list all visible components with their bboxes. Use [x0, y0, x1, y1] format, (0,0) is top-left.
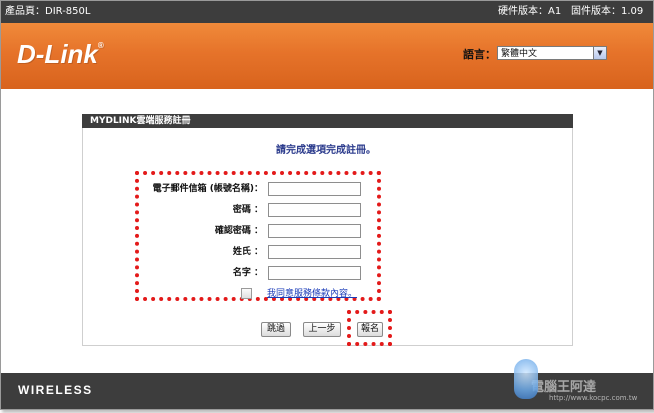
panel-title: MYDLINK雲端服務註冊 [82, 114, 573, 128]
skip-button[interactable]: 跳過 [261, 322, 291, 337]
hardware-version-label: 硬件版本：A1 [498, 6, 562, 17]
last-name-field[interactable] [268, 245, 361, 259]
terms-agreement-link[interactable]: 我同意服務條款內容。 [267, 286, 357, 299]
chevron-down-icon[interactable]: ▼ [593, 47, 606, 59]
firmware-version-label: 固件版本：1.09 [571, 6, 644, 17]
product-page-label: 產品頁：DIR-850L [5, 6, 91, 17]
footer-bar: WIRELESS 電腦王阿達 http://www.kocpc.com.tw [1, 373, 653, 409]
email-label: 電子郵件信箱 (帳號名稱)： [152, 184, 263, 194]
confirm-password-field[interactable] [268, 224, 361, 238]
confirm-password-label: 確認密碼 ： [214, 226, 263, 236]
watermark-url: http://www.kocpc.com.tw [549, 394, 638, 402]
signup-button[interactable]: 報名 [357, 322, 383, 337]
previous-button[interactable]: 上一步 [303, 322, 341, 337]
router-setup-window: 產品頁：DIR-850L 硬件版本：A1 固件版本：1.09 D-Link® 語… [0, 0, 654, 410]
instruction-text: 請完成選項完成註冊。 [276, 145, 376, 156]
first-name-field[interactable] [268, 266, 361, 280]
dlink-logo: D-Link® [17, 39, 104, 69]
agree-terms-checkbox[interactable] [241, 288, 252, 299]
first-name-label: 名字 ： [232, 268, 263, 278]
language-selected-value: 繁體中文 [501, 49, 538, 59]
last-name-label: 姓氏 ： [232, 247, 263, 257]
watermark-mascot-icon [514, 359, 538, 399]
email-field[interactable] [268, 182, 361, 196]
language-label: 語言： [463, 48, 496, 61]
watermark-text: 電腦王阿達 [531, 380, 597, 395]
wireless-label: WIRELESS [18, 383, 93, 397]
password-label: 密碼 ： [232, 205, 263, 215]
top-info-bar: 產品頁：DIR-850L 硬件版本：A1 固件版本：1.09 [1, 1, 653, 23]
language-select[interactable]: 繁體中文 ▼ [497, 46, 607, 60]
password-field[interactable] [268, 203, 361, 217]
